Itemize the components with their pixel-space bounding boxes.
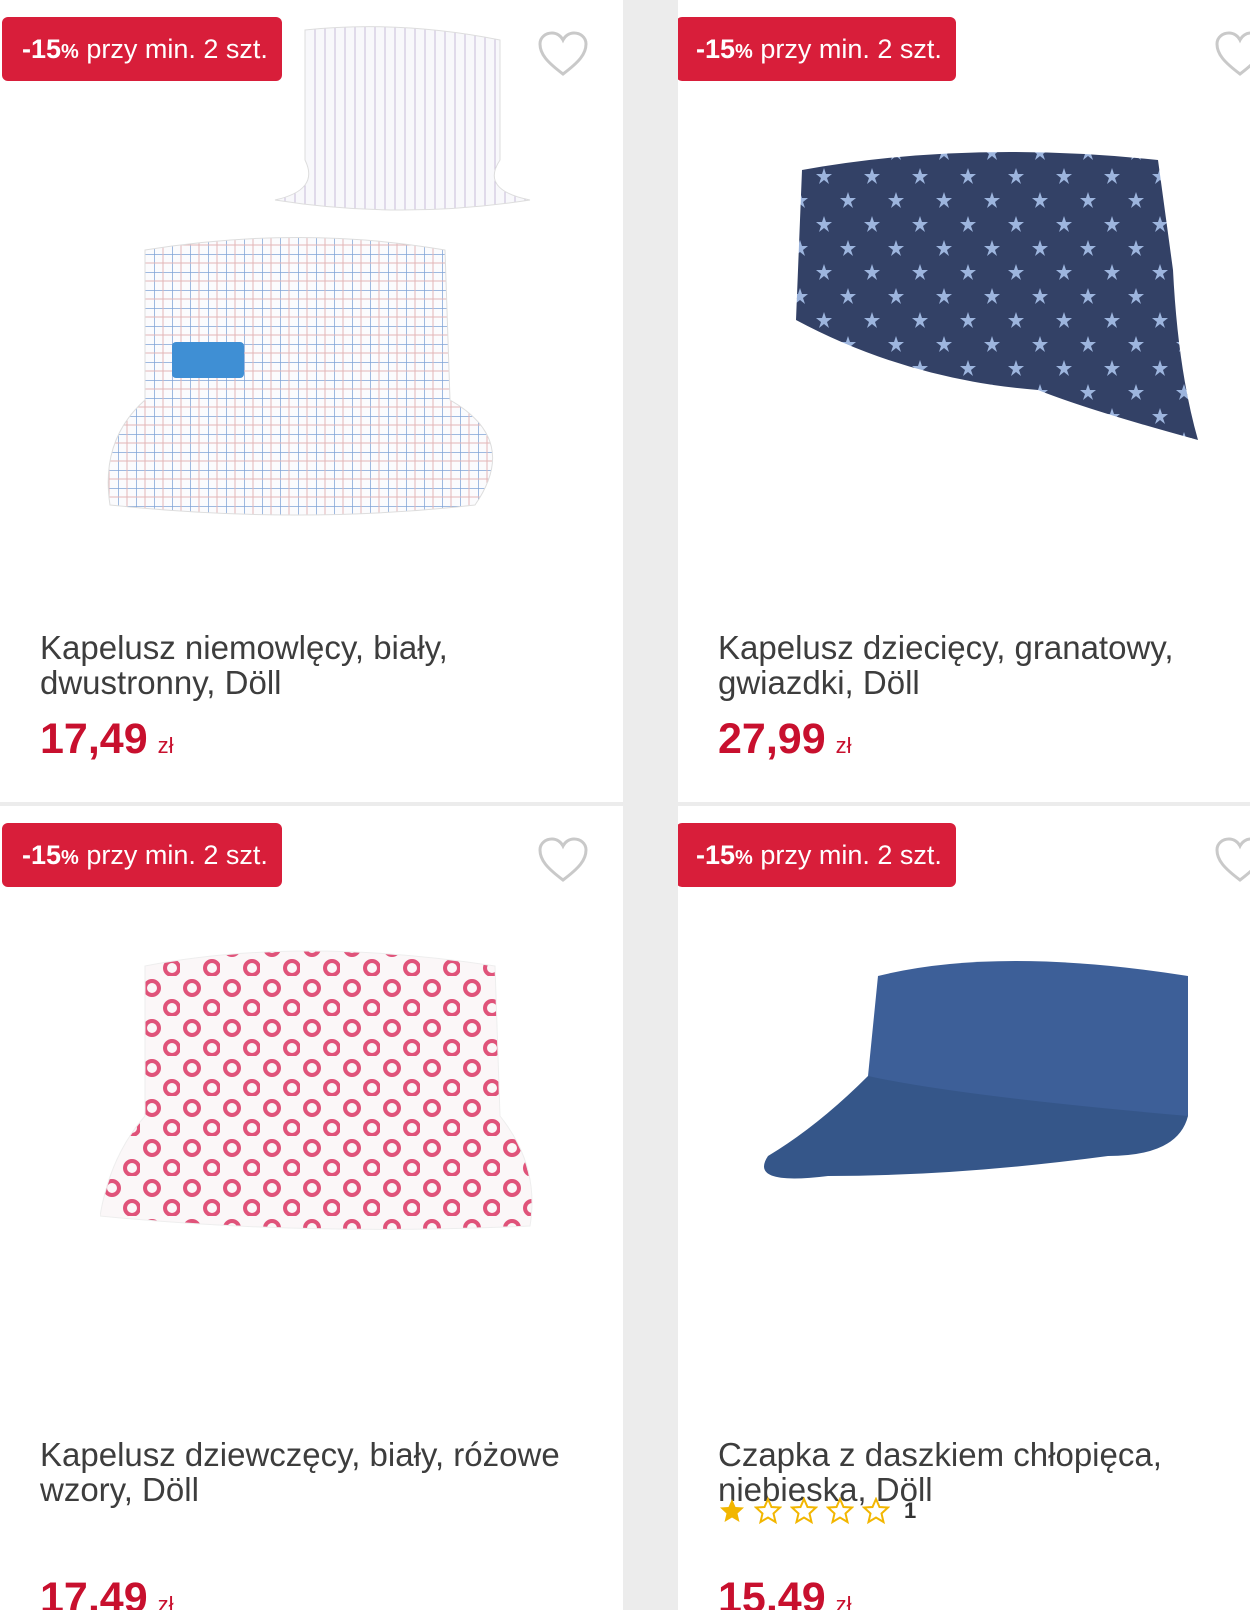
star-filled-icon — [720, 1499, 744, 1522]
promo-badge: -15% przy min. 2 szt. — [678, 823, 956, 887]
pink-ring-bucket-hat-image[interactable] — [100, 936, 540, 1236]
product-title[interactable]: Kapelusz dziecięcy, granatowy, gwiazdki,… — [718, 630, 1220, 700]
star-empty-icon — [826, 1497, 854, 1525]
heart-icon[interactable] — [1214, 30, 1250, 78]
promo-badge: -15% przy min. 2 szt. — [2, 823, 282, 887]
promo-badge: -15% przy min. 2 szt. — [678, 17, 956, 81]
star-empty-icon — [862, 1497, 890, 1525]
star-empty-icon — [790, 1497, 818, 1525]
product-price: 15,49 zł — [718, 1574, 852, 1610]
product-card[interactable]: -15% przy min. 2 szt. Czapka z daszkiem … — [678, 806, 1250, 1610]
rating-count: 1 — [904, 1498, 917, 1523]
checked-bucket-hat-image[interactable] — [100, 20, 540, 520]
product-price: 27,99 zł — [718, 715, 852, 763]
product-card[interactable]: -15% przy min. 2 szt. Kapelusz dziewczęc… — [0, 806, 623, 1610]
heart-icon[interactable] — [537, 836, 589, 884]
product-price: 17,49 zł — [40, 1574, 174, 1610]
star-print-hat-image[interactable] — [788, 140, 1208, 460]
star-empty-icon — [754, 1497, 782, 1525]
product-card[interactable]: -15% przy min. 2 szt. Kapelusz dziecięcy… — [678, 0, 1250, 802]
blue-cap-image[interactable] — [758, 946, 1208, 1206]
product-card[interactable]: -15% przy min. 2 szt. Kapelusz niemowlęc… — [0, 0, 623, 802]
product-title[interactable]: Kapelusz niemowlęcy, biały, dwustronny, … — [40, 630, 593, 700]
heart-icon[interactable] — [1214, 836, 1250, 884]
product-title[interactable]: Kapelusz dziewczęcy, biały, różowe wzory… — [40, 1437, 593, 1507]
product-price: 17,49 zł — [40, 715, 174, 763]
rating-stars[interactable]: 1 — [718, 1496, 916, 1526]
heart-icon[interactable] — [537, 30, 589, 78]
